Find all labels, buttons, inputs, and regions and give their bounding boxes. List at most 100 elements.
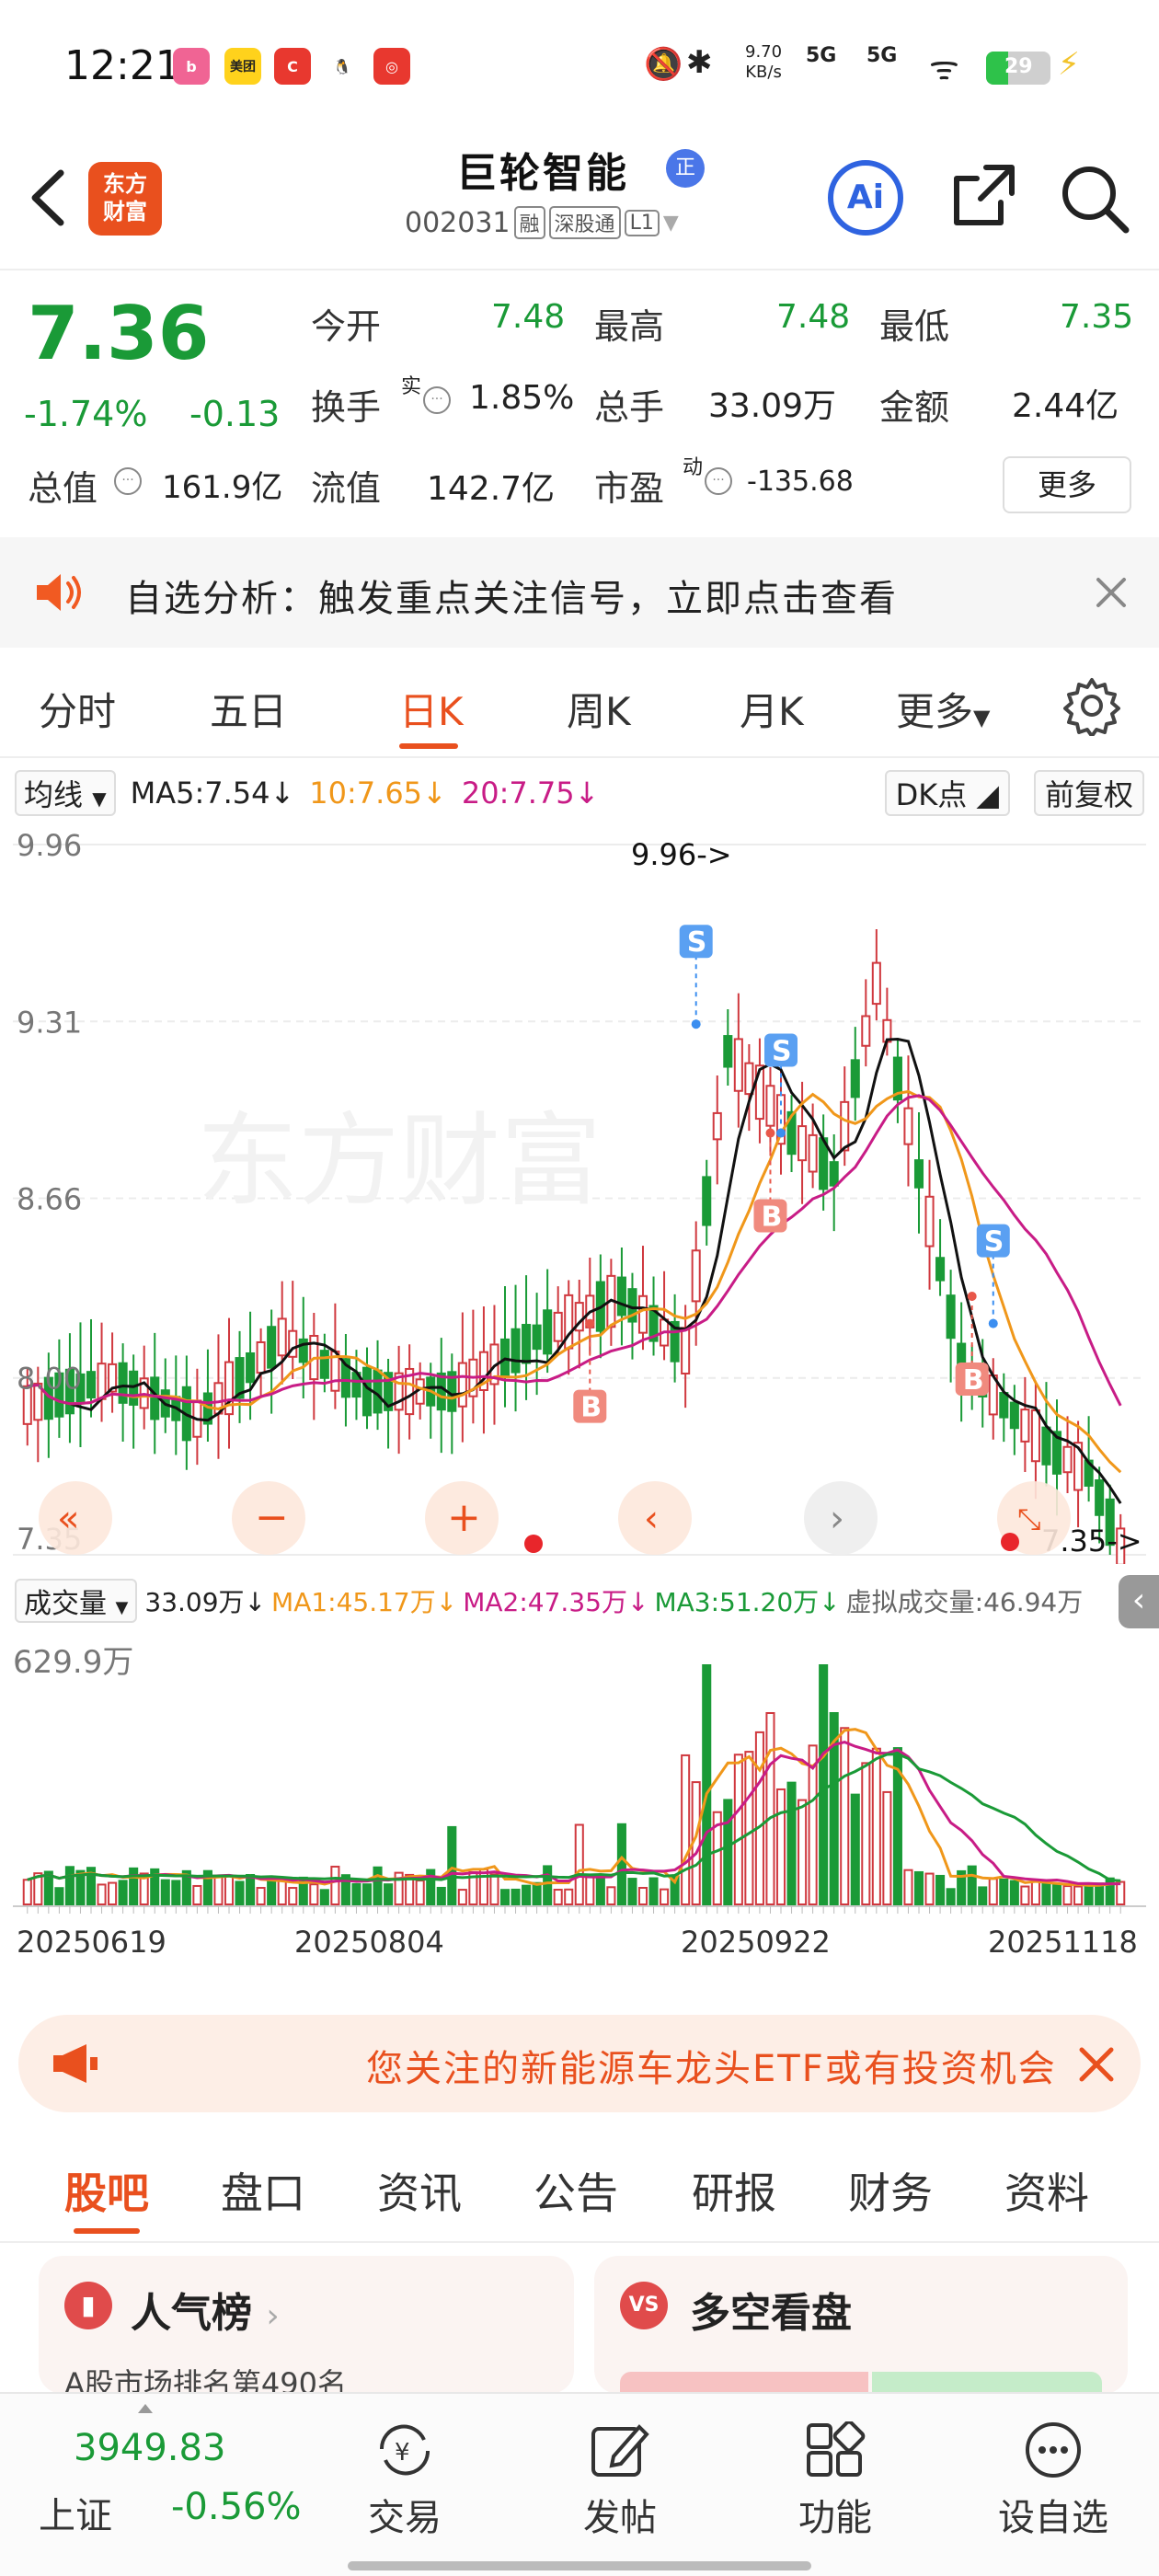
info-icon[interactable]: ···	[114, 467, 142, 495]
tab-research[interactable]: 研报	[692, 2160, 776, 2221]
popularity-card[interactable]: ▮ 人气榜 › A股市场排名第490名	[39, 2256, 574, 2394]
nav-set-watchlist[interactable]: 设自选	[984, 2421, 1122, 2541]
adjust-selector[interactable]: 前复权	[1033, 770, 1144, 816]
nav-post[interactable]: 发帖	[574, 2421, 666, 2541]
back-icon[interactable]	[28, 167, 70, 228]
tab-weekly-k[interactable]: 周K	[567, 681, 631, 737]
volume-bar	[277, 1880, 287, 1905]
volume-bar	[129, 1867, 139, 1906]
candle	[447, 1353, 457, 1455]
index-change[interactable]: -0.56%	[171, 2486, 302, 2528]
volume-bar	[64, 1866, 75, 1905]
ai-button[interactable]: Ai	[828, 160, 903, 236]
index-value[interactable]: 3949.83	[74, 2427, 225, 2469]
vol-ma2-line	[27, 1741, 1121, 1886]
promo-banner[interactable]: 您关注的新能源车龙头ETF或有投资机会	[18, 2015, 1141, 2112]
turnover-value: 1.85%	[469, 379, 575, 417]
tab-monthly-k[interactable]: 月K	[740, 681, 804, 737]
candle	[118, 1343, 128, 1443]
open-label: 今开	[311, 306, 382, 347]
candle	[946, 1270, 956, 1383]
candle	[903, 1055, 913, 1187]
volume-chart[interactable]: 629.9万 20250619 20250804 20250922 202511…	[13, 1573, 1146, 1996]
info-icon[interactable]: ···	[423, 386, 451, 414]
megaphone-icon	[53, 2044, 98, 2083]
stock-code-line[interactable]: 002031 融 深股通 L1 ▼	[405, 206, 679, 239]
search-icon[interactable]	[1058, 162, 1131, 236]
volume-bar	[171, 1880, 181, 1906]
candle	[913, 1111, 924, 1234]
more-button[interactable]: 更多	[1003, 456, 1131, 513]
volume-bar	[213, 1875, 224, 1906]
close-icon[interactable]	[1076, 2044, 1117, 2085]
volume-bar	[606, 1886, 616, 1906]
volume-bar	[478, 1868, 488, 1906]
dk-point-selector[interactable]: DK点 ◢	[884, 770, 1010, 816]
clock: 12:21	[64, 42, 181, 89]
period-tabs: 分时 五日 日K 周K 月K 更多▼	[0, 648, 1159, 758]
home-indicator[interactable]	[348, 2561, 811, 2570]
last-price: 7.36	[28, 291, 210, 376]
analysis-notice[interactable]: 自选分析：触发重点关注信号，立即点击查看	[0, 537, 1159, 648]
ma10-value: 10:7.65↓	[309, 776, 447, 811]
tab-minute[interactable]: 分时	[39, 681, 116, 737]
tab-announcements[interactable]: 公告	[534, 2160, 618, 2221]
nav-functions[interactable]: 功能	[789, 2420, 881, 2541]
volume-bar	[384, 1883, 394, 1905]
tab-finance[interactable]: 财务	[848, 2160, 933, 2221]
ma20-value: 20:7.75↓	[461, 776, 600, 811]
volume-bar	[1041, 1882, 1051, 1906]
tab-order-book[interactable]: 盘口	[221, 2160, 305, 2221]
open-value: 7.48	[491, 298, 566, 336]
tab-profile[interactable]: 资料	[1004, 2160, 1089, 2221]
candle	[670, 1294, 680, 1383]
rank-text: A股市场排名第490名	[64, 2366, 347, 2394]
volume-bar	[118, 1880, 128, 1906]
info-icon[interactable]: ···	[705, 467, 732, 495]
tab-daily-k[interactable]: 日K	[399, 681, 464, 737]
kline-chart[interactable]: 东方财富 BSBSBS 9.96-> 7.35-> 9.969.318.668.…	[13, 828, 1146, 1564]
card-title: 多空看盘	[690, 2290, 852, 2337]
sell-signal-marker[interactable]: S	[679, 925, 713, 1029]
candle	[829, 1133, 839, 1232]
eastmoney-logo[interactable]: 东方 财富	[88, 162, 162, 236]
bull-bar	[620, 2372, 868, 2394]
ma-selector[interactable]: 均线 ▼	[15, 770, 116, 816]
volume-bar	[819, 1664, 829, 1905]
volume-bar	[436, 1886, 446, 1905]
index-name[interactable]: 上证	[39, 2486, 112, 2539]
candle	[702, 1159, 712, 1246]
mute-icon: 🔕	[644, 46, 683, 83]
tab-guba[interactable]: 股吧	[64, 2160, 149, 2221]
volume-bar	[1105, 1877, 1115, 1905]
minus-icon: −	[255, 1494, 289, 1541]
date-label-4: 20251118	[988, 1925, 1138, 1960]
nav-trade[interactable]: ¥ 交易	[359, 2421, 451, 2541]
c-app-icon: C	[274, 48, 311, 85]
candle	[213, 1334, 224, 1459]
candle	[681, 1305, 691, 1409]
volume-bar	[309, 1883, 319, 1905]
event-dot	[524, 1535, 543, 1553]
high-value: 7.48	[776, 298, 851, 336]
active-tab-indicator	[74, 2228, 140, 2234]
meituan-icon: 美团	[224, 48, 261, 85]
volume-bar	[585, 1875, 595, 1906]
bull-bear-card[interactable]: VS 多空看盘	[594, 2256, 1128, 2394]
volume-bar	[1073, 1885, 1084, 1905]
tab-more[interactable]: 更多▼	[896, 681, 990, 737]
candle	[861, 979, 871, 1067]
pe-label: 市盈	[594, 468, 665, 509]
banner-text: 您关注的新能源车龙头ETF或有投资机会	[366, 2048, 1057, 2090]
content-tabs: 股吧 盘口 资讯 公告 研报 财务 资料	[0, 2133, 1159, 2243]
volume-bar	[1009, 1880, 1019, 1905]
close-icon[interactable]	[1093, 574, 1130, 611]
trade-icon: ¥	[379, 2424, 430, 2476]
candle	[256, 1328, 266, 1398]
gear-icon[interactable]	[1061, 675, 1122, 736]
candle	[892, 1040, 902, 1123]
share-icon[interactable]	[949, 162, 1017, 230]
volume-bar	[192, 1884, 202, 1906]
tab-five-day[interactable]: 五日	[210, 681, 287, 737]
tab-news[interactable]: 资讯	[377, 2160, 462, 2221]
